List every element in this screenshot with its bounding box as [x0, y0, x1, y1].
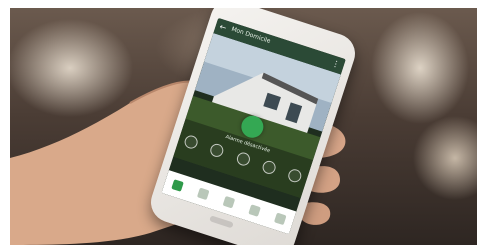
- quick-action-1-icon[interactable]: [182, 133, 200, 151]
- menu-icon[interactable]: ⋮: [330, 58, 341, 70]
- quick-action-4-icon[interactable]: [260, 159, 278, 176]
- photo: ← Mon Domicile ⋮ Alarme désactivée: [10, 8, 477, 245]
- back-arrow-icon[interactable]: ←: [218, 22, 227, 34]
- nav-devices-icon[interactable]: [197, 187, 210, 201]
- nav-settings-icon[interactable]: [273, 212, 287, 226]
- quick-action-3-icon[interactable]: [234, 150, 252, 168]
- quick-action-2-icon[interactable]: [208, 142, 226, 159]
- nav-scenario-icon[interactable]: [222, 195, 236, 209]
- nav-camera-icon[interactable]: [248, 204, 261, 217]
- nav-home-icon[interactable]: [171, 179, 185, 192]
